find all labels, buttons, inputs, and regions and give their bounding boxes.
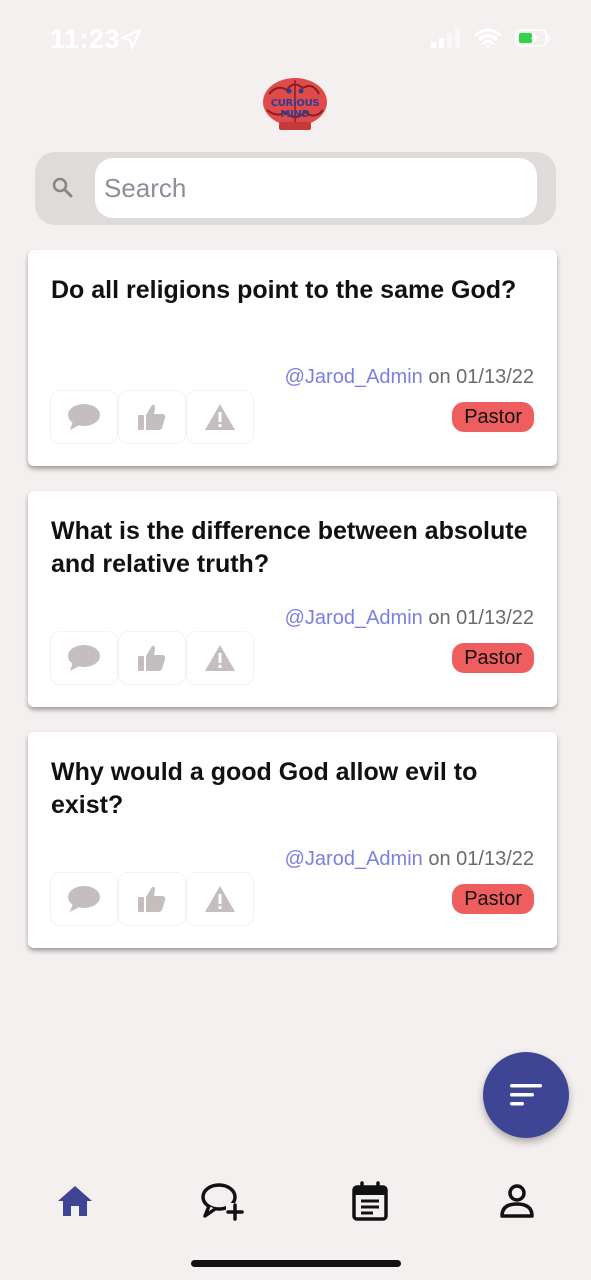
person-icon [500,1184,534,1218]
filter-button[interactable] [483,1052,569,1138]
post-author[interactable]: @Jarod_Admin [285,848,423,870]
post-on-label: on [428,848,451,870]
comment-button[interactable] [50,390,118,444]
like-button[interactable] [118,872,186,926]
home-indicator [191,1260,401,1267]
warning-icon [205,645,235,671]
post-meta: @Jarod_Admin on 01/13/22 [285,366,534,389]
post-card[interactable]: What is the difference between absolute … [28,491,557,707]
post-on-label: on [428,366,451,388]
role-badge: Pastor [452,643,534,673]
post-title[interactable]: What is the difference between absolute … [51,515,531,581]
search-icon [52,177,73,198]
post-on-label: on [428,607,451,629]
tab-calendar[interactable] [345,1176,395,1226]
calendar-icon [352,1181,388,1221]
like-button[interactable] [118,631,186,685]
tab-home[interactable] [50,1176,100,1226]
post-meta: @Jarod_Admin on 01/13/22 [285,848,534,871]
post-meta: @Jarod_Admin on 01/13/22 [285,607,534,630]
status-bar: 11:23 [0,0,591,80]
comment-button[interactable] [50,631,118,685]
battery-icon [515,29,550,47]
post-title[interactable]: Why would a good God allow evil to exist… [51,756,531,822]
signal-icon [431,28,460,48]
wifi-icon [475,28,501,48]
post-date: 01/13/22 [456,366,534,388]
thumbs-up-icon [138,645,166,671]
thumbs-up-icon [138,886,166,912]
comment-icon [68,886,100,912]
post-author[interactable]: @Jarod_Admin [285,607,423,629]
bottom-tab-bar [0,1160,591,1240]
role-badge: Pastor [452,884,534,914]
post-author[interactable]: @Jarod_Admin [285,366,423,388]
report-button[interactable] [186,872,254,926]
like-button[interactable] [118,390,186,444]
tab-profile[interactable] [492,1176,542,1226]
post-actions [50,390,254,444]
post-date: 01/13/22 [456,848,534,870]
post-actions [50,872,254,926]
thumbs-up-icon [138,404,166,430]
report-button[interactable] [186,390,254,444]
post-date: 01/13/22 [456,607,534,629]
post-card[interactable]: Why would a good God allow evil to exist… [28,732,557,948]
warning-icon [205,886,235,912]
status-time: 11:23 [50,24,121,54]
comment-icon [68,645,100,671]
post-card[interactable]: Do all religions point to the same God? … [28,250,557,466]
search-bar [35,152,556,225]
filter-icon [510,1084,542,1106]
search-input[interactable] [95,158,537,218]
home-icon [58,1186,92,1216]
location-arrow-icon [120,28,142,50]
role-badge: Pastor [452,402,534,432]
post-actions [50,631,254,685]
warning-icon [205,404,235,430]
app-logo: CURIOUS MIND [255,76,335,134]
comment-icon [68,404,100,430]
report-button[interactable] [186,631,254,685]
tab-new-question[interactable] [197,1176,247,1226]
comment-button[interactable] [50,872,118,926]
logo-text: CURIOUS MIND [270,98,320,120]
chat-plus-icon [201,1183,244,1221]
post-title[interactable]: Do all religions point to the same God? [51,274,531,307]
